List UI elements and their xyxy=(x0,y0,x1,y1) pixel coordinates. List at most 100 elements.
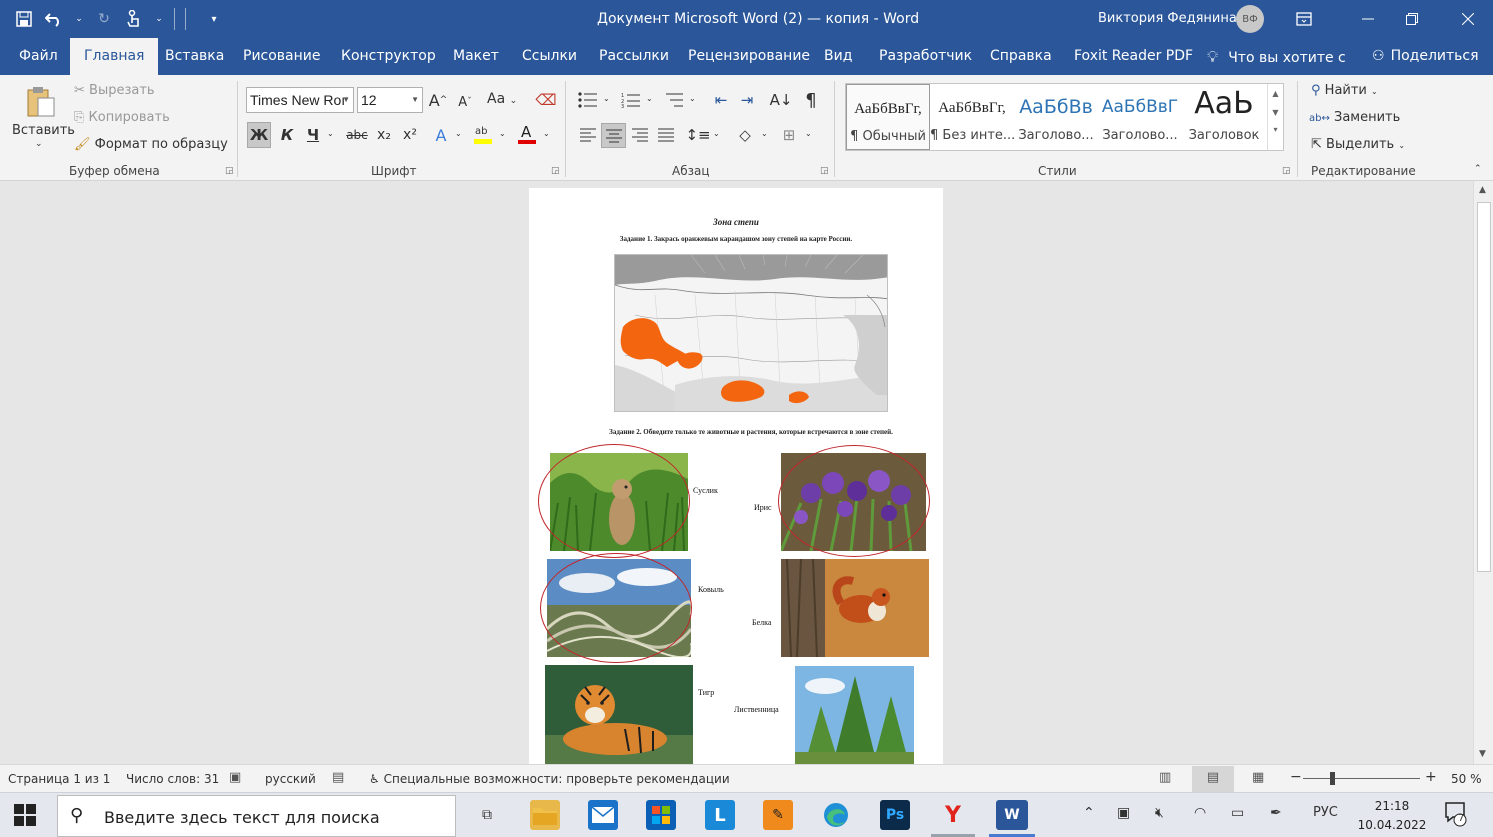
mail-icon[interactable] xyxy=(588,800,618,830)
scroll-down-icon[interactable]: ▼ xyxy=(1479,749,1486,759)
accessibility-status[interactable]: ♿︎ Специальные возможности: проверьте ре… xyxy=(369,772,730,786)
style-normal[interactable]: АаБбВвГг, ¶ Обычный xyxy=(846,84,930,150)
save-icon[interactable] xyxy=(14,9,34,29)
style-no-spacing[interactable]: АаБбВвГг, ¶ Без инте... xyxy=(930,84,1014,150)
ribbon-display-icon[interactable] xyxy=(1292,8,1316,30)
align-right-icon[interactable] xyxy=(629,124,651,146)
word-count[interactable]: Число слов: 31 xyxy=(126,772,219,786)
photoshop-icon[interactable]: Ps xyxy=(880,800,910,830)
windows-start-icon[interactable] xyxy=(14,804,38,828)
tab-review[interactable]: Рецензирование xyxy=(674,38,824,75)
avatar[interactable]: ВФ xyxy=(1236,5,1264,33)
store-icon[interactable] xyxy=(646,800,676,830)
bold-button[interactable]: Ж xyxy=(247,122,271,148)
tab-design[interactable]: Конструктор xyxy=(327,38,450,75)
font-launcher-icon[interactable]: ◲ xyxy=(551,166,560,176)
decrease-indent-icon[interactable]: ⇤ xyxy=(710,89,732,111)
sort-icon[interactable]: A↓ xyxy=(770,89,793,111)
tab-developer[interactable]: Разработчик xyxy=(865,38,986,75)
expand-gallery-icon[interactable]: ▾ xyxy=(1268,125,1283,134)
increase-indent-icon[interactable]: ⇥ xyxy=(736,89,758,111)
scroll-up-icon[interactable]: ▲ xyxy=(1479,185,1486,195)
zoom-in-icon[interactable]: + xyxy=(1425,769,1437,785)
pen-icon[interactable]: ✒︎ xyxy=(1270,805,1282,821)
print-layout-icon[interactable]: ▤ xyxy=(1192,766,1234,792)
mindmap-app-icon[interactable]: ✎ xyxy=(763,800,793,830)
multilevel-list-icon[interactable] xyxy=(663,89,685,111)
yandex-browser-icon[interactable]: Y xyxy=(938,800,968,830)
device-icon[interactable]: ▣ xyxy=(1117,805,1130,821)
shrink-font-icon[interactable]: Aˇ xyxy=(455,91,475,113)
track-changes-icon[interactable]: ▤ xyxy=(332,770,344,785)
text-effects-icon[interactable]: A xyxy=(431,124,451,146)
borders-dropdown-icon[interactable]: ⌄ xyxy=(805,129,812,138)
input-language[interactable]: РУС xyxy=(1313,805,1338,820)
web-layout-icon[interactable]: ▦ xyxy=(1252,770,1264,785)
battery-icon[interactable]: ▭ xyxy=(1231,805,1244,821)
document-page[interactable]: Зона степи Задание 1. Закрась оранжевым … xyxy=(529,188,943,764)
paste-button[interactable]: Вставить xyxy=(12,123,75,138)
clear-formatting-icon[interactable]: ⌫ xyxy=(535,89,556,111)
page-count[interactable]: Страница 1 из 1 xyxy=(8,772,110,786)
zoom-level[interactable]: 50 % xyxy=(1451,772,1482,786)
share-button[interactable]: ⚇ Поделиться xyxy=(1372,38,1479,75)
align-left-icon[interactable] xyxy=(577,124,599,146)
align-center-icon[interactable] xyxy=(601,123,626,148)
change-case-button[interactable]: Aa ⌄ xyxy=(487,91,517,107)
justify-icon[interactable] xyxy=(655,124,677,146)
highlight-dropdown-icon[interactable]: ⌄ xyxy=(499,129,506,138)
paste-dropdown-icon[interactable]: ⌄ xyxy=(35,139,43,149)
collapse-ribbon-icon[interactable]: ⌃ xyxy=(1474,164,1482,174)
tell-me-box[interactable]: 💡︎ Что вы хотите с xyxy=(1207,38,1346,75)
paragraph-launcher-icon[interactable]: ◲ xyxy=(820,166,829,176)
restore-icon[interactable] xyxy=(1400,8,1424,30)
underline-dropdown-icon[interactable]: ⌄ xyxy=(327,129,334,138)
taskbar-search-input[interactable]: ⚲ Введите здесь текст для поиска xyxy=(57,795,456,837)
language-status[interactable]: русский xyxy=(265,772,316,786)
format-painter-button[interactable]: 🖌︎ Формат по образцу xyxy=(74,137,228,152)
strikethrough-button[interactable]: abc xyxy=(344,124,370,146)
wifi-icon[interactable]: ◠ xyxy=(1194,805,1206,821)
undo-dropdown-icon[interactable]: ⌄ xyxy=(74,9,84,29)
numbering-icon[interactable]: 123 xyxy=(620,89,642,111)
style-title[interactable]: АаЬ Заголовок xyxy=(1182,84,1266,150)
chevron-down-icon[interactable]: ▼ xyxy=(1268,108,1283,117)
cut-button[interactable]: ✂︎ Вырезать xyxy=(74,83,155,98)
multilevel-dropdown-icon[interactable]: ⌄ xyxy=(689,94,696,103)
line-spacing-dropdown-icon[interactable]: ⌄ xyxy=(713,129,720,138)
subscript-button[interactable]: x₂ xyxy=(374,124,394,146)
bullets-icon[interactable] xyxy=(577,89,599,111)
touch-dropdown-icon[interactable]: ⌄ xyxy=(154,9,164,29)
redo-icon[interactable]: ↻ xyxy=(94,9,114,29)
style-heading-1[interactable]: АаБбВв Заголово... xyxy=(1014,84,1098,150)
italic-button[interactable]: К xyxy=(278,124,296,146)
chevron-up-icon[interactable]: ▲ xyxy=(1268,89,1283,98)
undo-icon[interactable] xyxy=(44,9,64,29)
proofing-icon[interactable]: ▣ xyxy=(229,770,241,785)
edge-icon[interactable] xyxy=(821,800,851,830)
show-formatting-icon[interactable]: ¶ xyxy=(800,89,822,111)
tab-references[interactable]: Ссылки xyxy=(508,38,591,75)
scroll-thumb[interactable] xyxy=(1477,202,1491,572)
styles-launcher-icon[interactable]: ◲ xyxy=(1282,166,1291,176)
file-explorer-icon[interactable] xyxy=(530,800,560,830)
font-name-box[interactable]: Times New Roı ▼ xyxy=(246,87,354,113)
copy-button[interactable]: ⎘ Копировать xyxy=(74,110,170,125)
find-button[interactable]: ⚲ Найти ⌄ xyxy=(1311,83,1378,98)
select-button[interactable]: ⇱ Выделить ⌄ xyxy=(1311,137,1405,152)
tab-view[interactable]: Вид xyxy=(810,38,866,75)
bullets-dropdown-icon[interactable]: ⌄ xyxy=(603,94,610,103)
style-heading-2[interactable]: АаБбВвГ Заголово... xyxy=(1098,84,1182,150)
word-icon[interactable]: W xyxy=(996,800,1028,830)
zoom-slider[interactable] xyxy=(1303,778,1420,779)
underline-button[interactable]: Ч xyxy=(304,124,322,146)
volume-muted-icon[interactable]: 🔇︎ xyxy=(1155,805,1164,821)
show-hidden-icons-icon[interactable]: ⌃ xyxy=(1083,805,1095,821)
tab-home[interactable]: Главная xyxy=(70,38,159,75)
highlight-icon[interactable]: ab xyxy=(472,122,494,146)
user-name[interactable]: Виктория Федянина xyxy=(1098,11,1237,26)
font-color-dropdown-icon[interactable]: ⌄ xyxy=(543,129,550,138)
font-color-icon[interactable]: A xyxy=(516,122,538,146)
touch-mode-icon[interactable] xyxy=(124,9,144,29)
tab-file[interactable]: Файл xyxy=(5,38,72,75)
